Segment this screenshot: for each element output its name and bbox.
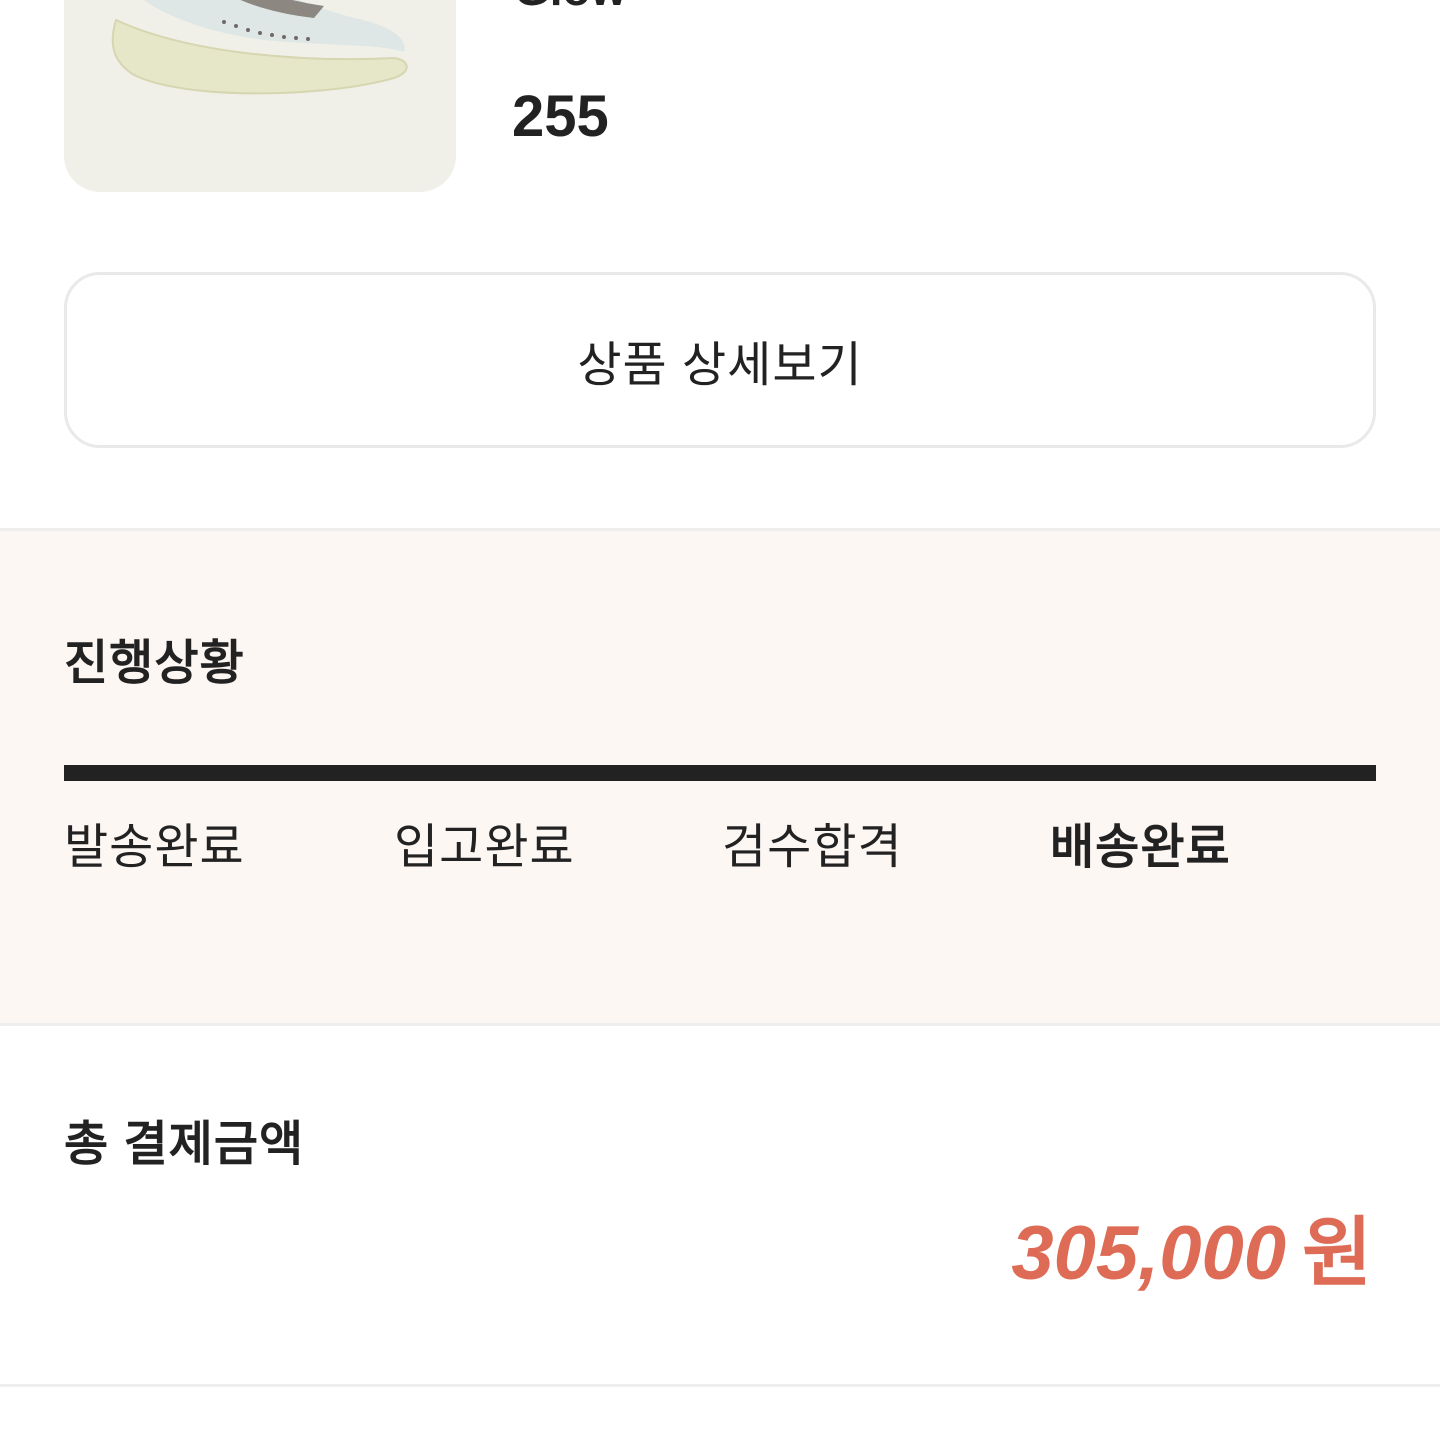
step-inspection-passed: 검수합격 xyxy=(722,821,903,874)
step-shipped: 발송완료 xyxy=(64,821,245,874)
order-detail-page: Glow 255 상품 상세보기 진행상황 발송완료 입고완료 검수합격 배송완… xyxy=(0,0,1440,1440)
product-image[interactable] xyxy=(64,0,456,192)
step-received: 입고완료 xyxy=(394,821,575,874)
product-name: Glow xyxy=(514,0,626,12)
sneaker-icon xyxy=(111,0,408,95)
progress-section: 진행상황 발송완료 입고완료 검수합격 배송완료 xyxy=(0,528,1440,1026)
amount-value: 305,000 xyxy=(1011,1211,1287,1296)
step-delivered: 배송완료 xyxy=(1050,821,1231,874)
product-detail-button[interactable]: 상품 상세보기 xyxy=(64,272,1376,448)
product-size: 255 xyxy=(512,84,609,149)
divider xyxy=(0,1384,1440,1387)
progress-bar-fill xyxy=(64,765,1376,781)
total-payment-title: 총 결제금액 xyxy=(64,1118,305,1171)
progress-bar xyxy=(64,765,1376,781)
progress-title: 진행상황 xyxy=(64,637,245,690)
total-payment-amount: 305,000 원 xyxy=(1011,1212,1372,1296)
amount-currency: 원 xyxy=(1302,1211,1372,1296)
